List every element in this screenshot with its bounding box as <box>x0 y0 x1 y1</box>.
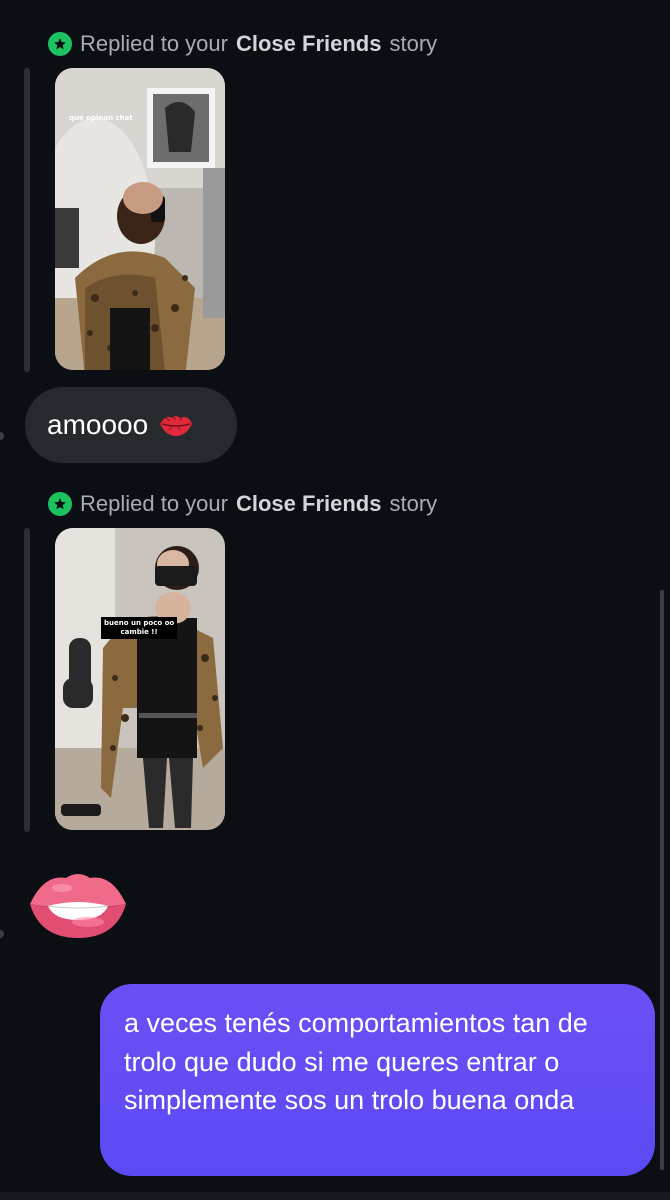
reply-quote-bar <box>24 528 30 832</box>
story-reply-header: Replied to your Close Friends story <box>48 30 437 58</box>
close-friends-star-icon <box>48 32 72 56</box>
sender-indicator <box>0 930 4 938</box>
story-overlay-line-1: bueno un poco oo <box>104 619 175 627</box>
reply-highlight: Close Friends <box>235 491 382 516</box>
reply-prefix: Replied to your <box>80 31 228 56</box>
scrollbar[interactable] <box>660 590 664 1170</box>
story-thumbnail[interactable]: que opinan chat <box>55 68 225 370</box>
incoming-message-bubble[interactable]: amoooo <box>25 387 237 463</box>
story-overlay-text: que opinan chat <box>69 114 133 122</box>
reply-prefix: Replied to your <box>80 491 228 516</box>
reply-highlight: Close Friends <box>235 31 382 56</box>
kiss-mark-icon <box>160 415 193 436</box>
outgoing-message-bubble[interactable]: a veces tenés comportamientos tan de tro… <box>100 984 655 1176</box>
story-overlay-line-2: cambie !! <box>120 628 158 636</box>
message-text: a veces tenés comportamientos tan de tro… <box>124 1008 588 1115</box>
close-friends-star-icon <box>48 492 72 516</box>
story-reply-header: Replied to your Close Friends story <box>48 490 437 518</box>
reply-suffix: story <box>389 491 438 516</box>
reply-quote-bar <box>24 68 30 372</box>
story-overlay-text: bueno un poco oo cambie !! <box>101 617 178 639</box>
biting-lip-icon[interactable] <box>26 870 130 942</box>
sender-indicator <box>0 432 4 440</box>
composer-edge <box>0 1192 670 1200</box>
story-thumbnail[interactable]: bueno un poco oo cambie !! <box>55 528 225 830</box>
reply-suffix: story <box>389 31 438 56</box>
message-text: amoooo <box>47 409 149 440</box>
